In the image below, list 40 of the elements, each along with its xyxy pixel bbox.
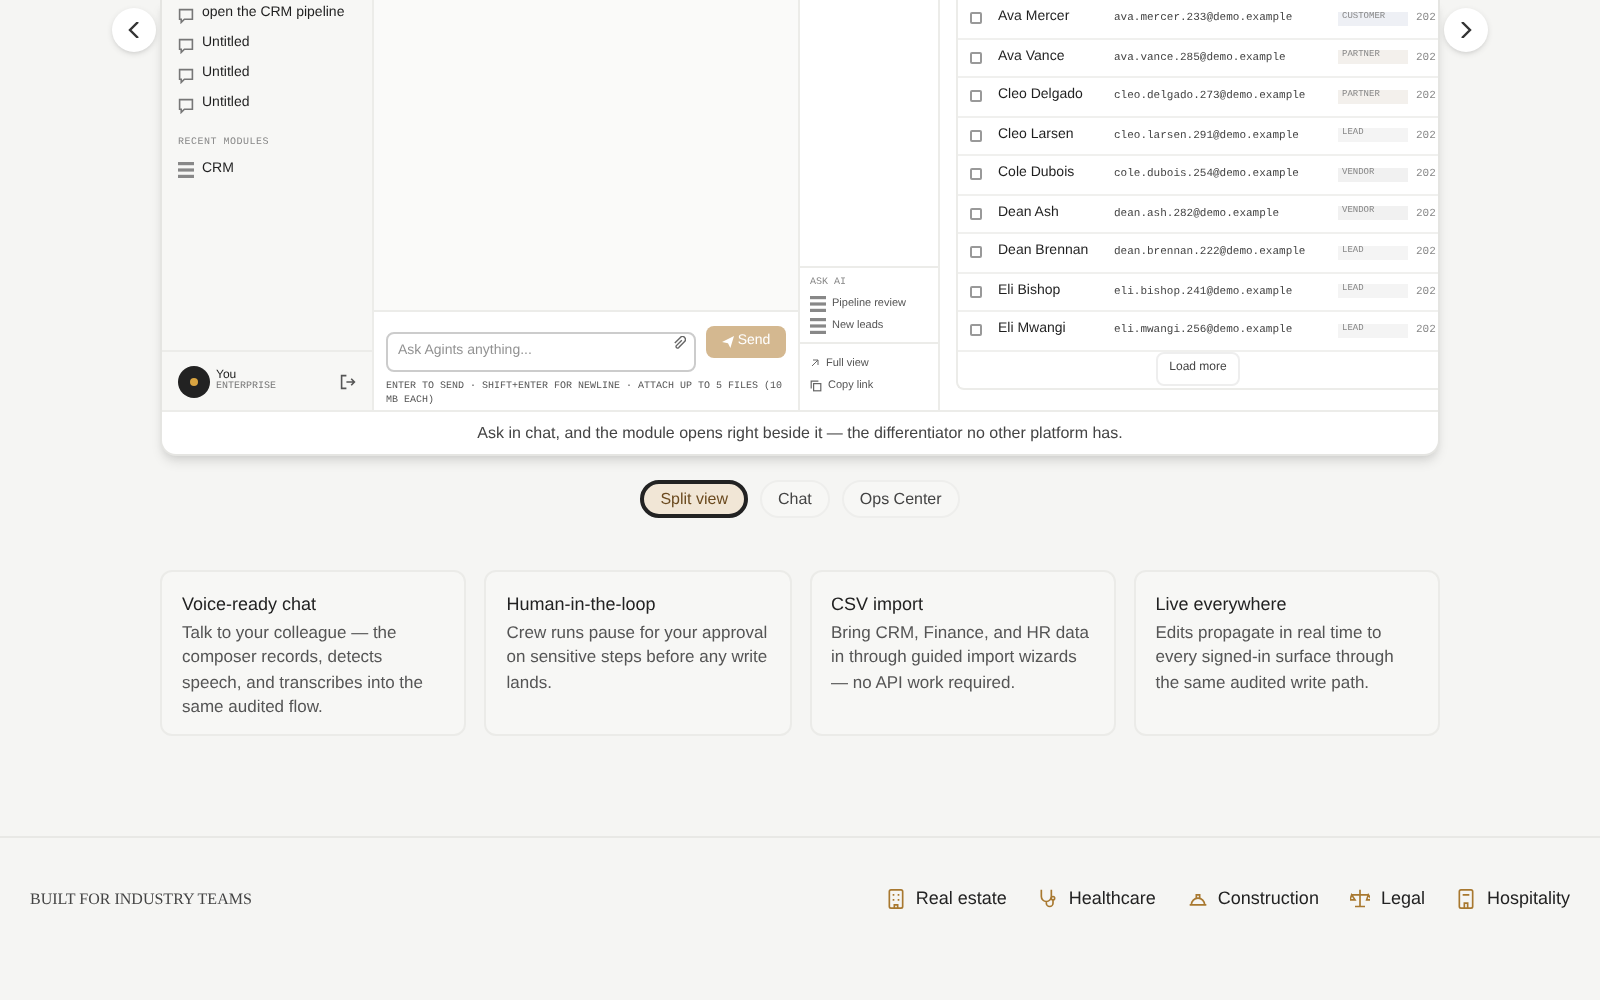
feature-text: Crew runs pause for your approval on sensitive steps before any write lands. [506, 619, 769, 694]
feature-title: CSV import [831, 592, 926, 618]
feature-text: Edits propagate in real time to every signed-in surface through the same audited write path. [1155, 619, 1396, 694]
feature-text: Bring CRM, Finance, and HR data in through guided import wizards — no API work required. [831, 619, 1091, 694]
send-icon [721, 336, 734, 348]
copy-icon [810, 379, 822, 392]
row-checkbox[interactable] [970, 168, 982, 181]
row-checkbox[interactable] [970, 51, 982, 64]
feature-title: Voice-ready chat [182, 592, 319, 618]
industry-item: Construction [1187, 885, 1319, 913]
caption: Ask in chat, and the module opens right beside it — the differentiator no other platform has. [477, 421, 1123, 445]
row-checkbox[interactable] [970, 285, 982, 298]
hotel-icon [1456, 888, 1477, 910]
section-heading: BUILT FOR INDUSTRY TEAMS [30, 887, 252, 911]
industry-item: Legal [1350, 885, 1425, 913]
row-checkbox[interactable] [970, 129, 982, 142]
feature-text: Talk to your colleague — the composer records, detects speech, and transcribes into the same audited flow. [182, 619, 425, 719]
view-tab[interactable]: Split view [640, 480, 748, 518]
chevron-left-icon [128, 22, 140, 38]
view-tab[interactable]: Ops Center [841, 480, 960, 518]
row-checkbox[interactable] [970, 324, 982, 337]
industry-item: Healthcare [1038, 885, 1156, 913]
row-checkbox[interactable] [970, 12, 982, 25]
paperclip-icon[interactable] [672, 335, 686, 349]
chevron-right-icon [1460, 22, 1472, 38]
industry-item: Real estate [885, 885, 1007, 913]
scale-icon [1350, 888, 1371, 910]
view-tab[interactable]: Chat [759, 480, 830, 518]
feature-title: Live everywhere [1155, 592, 1289, 618]
row-checkbox[interactable] [970, 207, 982, 220]
arrow-icon [810, 358, 820, 369]
logout-icon[interactable] [340, 373, 356, 389]
next-button[interactable] [1444, 8, 1488, 52]
feature-title: Human-in-the-loop [506, 592, 658, 618]
stethoscope-icon [1038, 888, 1059, 910]
previous-button[interactable] [112, 8, 156, 52]
industry-item: Hospitality [1456, 885, 1570, 913]
building-icon [885, 888, 906, 910]
row-checkbox[interactable] [970, 90, 982, 103]
row-checkbox[interactable] [970, 246, 982, 259]
